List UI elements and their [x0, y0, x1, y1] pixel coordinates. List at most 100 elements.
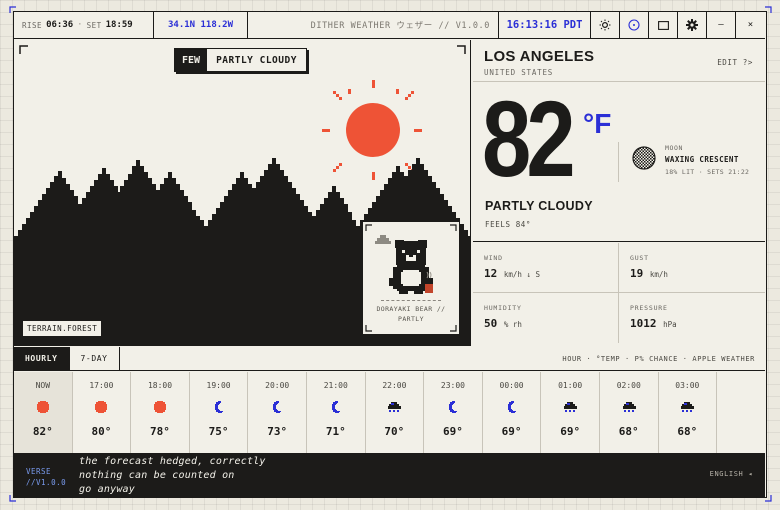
- gust-value: 19: [630, 267, 644, 280]
- sun-icon: [599, 19, 611, 31]
- language-selector[interactable]: ENGLISH ◂: [710, 470, 753, 478]
- hourly-item: 20:00 73°: [248, 372, 307, 453]
- hourly-time: 22:00: [382, 381, 407, 390]
- sun-icon: [131, 400, 189, 414]
- hourly-item: 21:00 71°: [307, 372, 366, 453]
- moon-icon: [248, 400, 306, 414]
- edit-location-button[interactable]: EDIT ?>: [717, 58, 753, 67]
- sun-icon: [73, 400, 131, 414]
- sun-disc: [346, 103, 400, 157]
- close-button[interactable]: ×: [736, 12, 765, 38]
- hourly-item: 03:00 68°: [659, 372, 718, 453]
- verse-label: VERSE: [26, 467, 52, 476]
- hourly-temp: 75°: [208, 425, 229, 438]
- divider: [473, 241, 765, 242]
- verse-version: //V1.0.0: [26, 478, 67, 487]
- moon-icon: [190, 400, 248, 414]
- hourly-temp: 68°: [618, 425, 639, 438]
- hourly-item: 18:00 78°: [131, 372, 190, 453]
- moon-phase: WAXING CRESCENT: [665, 155, 739, 164]
- corner-mark: [9, 495, 16, 502]
- moon-icon: [307, 400, 365, 414]
- hourly-temp: 80°: [91, 425, 112, 438]
- hourly-item: 02:00 68°: [600, 372, 659, 453]
- condition-badge: FEW PARTLY CLOUDY: [174, 48, 307, 72]
- condition-text: PARTLY CLOUDY: [485, 199, 593, 213]
- rise-time: 06:36: [46, 20, 74, 30]
- minimize-button[interactable]: –: [707, 12, 736, 38]
- hourly-temp: 78°: [150, 425, 170, 438]
- mascot-caption-line1: DORAYAKI BEAR //: [376, 305, 446, 313]
- gust-stat: GUST 19 km/h: [619, 243, 765, 293]
- weather-scene: FEW PARTLY CLOUDY TERRAIN.FOREST DORAYAK…: [14, 40, 471, 346]
- verse-footer: VERSE //V1.0.0 the forecast hedged, corr…: [14, 454, 765, 498]
- temperature-unit: °F: [583, 108, 612, 139]
- feels-like: FEELS 84°: [485, 220, 532, 229]
- verse-line: the forecast hedged, correctly: [79, 456, 266, 467]
- hourly-time: 23:00: [440, 381, 465, 390]
- hourly-time: 02:00: [616, 381, 641, 390]
- small-cloud-icon: [375, 235, 391, 244]
- coordinates: 34.1N 118.2W: [154, 12, 248, 38]
- current-temperature: 82: [482, 78, 576, 199]
- tab-hourly[interactable]: HOURLY: [14, 347, 70, 370]
- moon-phase-icon: [632, 146, 656, 170]
- set-label: SET: [86, 20, 102, 30]
- country-name: UNITED STATES: [484, 68, 554, 77]
- hourly-temp: 69°: [443, 425, 463, 438]
- verse-text: the forecast hedged, correctly nothing c…: [79, 455, 266, 498]
- corner-mark: [765, 495, 772, 502]
- humidity-value: 50: [484, 317, 498, 330]
- pressure-unit: hPa: [663, 320, 677, 329]
- moon-meta: 18% LIT · SETS 21:22: [665, 168, 750, 176]
- cloud-icon: [659, 400, 717, 414]
- app-window: RISE 06:36 · SET 18:59 34.1N 118.2W DITH…: [13, 11, 767, 498]
- window-icon: [657, 20, 669, 30]
- compass-button[interactable]: [620, 12, 649, 38]
- settings-button[interactable]: [678, 12, 707, 38]
- hourly-time: 17:00: [89, 381, 114, 390]
- humidity-label: HUMIDITY: [484, 304, 522, 312]
- hourly-item: 00:00 69°: [483, 372, 542, 453]
- pressure-stat: PRESSURE 1012 hPa: [619, 293, 765, 343]
- forecast-legend: HOUR · °TEMP · P% CHANCE · APPLE WEATHER: [562, 354, 755, 363]
- bear-icon: [375, 235, 433, 294]
- hourly-temp: 70°: [384, 425, 405, 438]
- hourly-item: 22:00 70°: [366, 372, 425, 453]
- set-time: 18:59: [105, 20, 133, 30]
- window-button[interactable]: [649, 12, 678, 38]
- ground-line: [381, 300, 441, 301]
- moon-label: MOON: [665, 144, 684, 152]
- corner-mark: [9, 6, 16, 13]
- app-title: DITHER WEATHER ウェザー // V1.0.0: [248, 12, 499, 38]
- theme-button[interactable]: [591, 12, 620, 38]
- moon-icon: [483, 400, 541, 414]
- wind-value: 12: [484, 267, 498, 280]
- moon-icon: [424, 400, 482, 414]
- wind-label: WIND: [484, 254, 503, 262]
- separator: ·: [77, 20, 83, 30]
- mascot-caption: DORAYAKI BEAR // PARTLY: [363, 304, 459, 324]
- hourly-temp: 68°: [677, 425, 698, 438]
- tab-7-day[interactable]: 7-DAY: [69, 347, 120, 370]
- rise-label: RISE: [22, 20, 43, 30]
- mascot-card: DORAYAKI BEAR // PARTLY: [362, 221, 460, 335]
- hourly-temp: 82°: [32, 425, 53, 438]
- hourly-item: 19:00 75°: [190, 372, 249, 453]
- hourly-temp: 69°: [501, 425, 522, 438]
- hourly-temp: 73°: [267, 425, 288, 438]
- hourly-item: 23:00 69°: [424, 372, 483, 453]
- moon-info: MOON WAXING CRESCENT 18% LIT · SETS 21:2…: [618, 142, 758, 182]
- top-bar: RISE 06:36 · SET 18:59 34.1N 118.2W DITH…: [14, 12, 765, 39]
- cloud-icon: [366, 400, 424, 414]
- terrain-label: TERRAIN.FOREST: [22, 320, 103, 337]
- compass-icon: [628, 19, 640, 31]
- hourly-item: NOW 82°: [14, 372, 73, 453]
- cloud-icon: [600, 400, 658, 414]
- clock: 16:13:16 PDT: [499, 12, 591, 38]
- gust-unit: km/h: [649, 270, 668, 279]
- hourly-spacer: [717, 372, 765, 453]
- location: LOS ANGELES UNITED STATES: [484, 48, 594, 77]
- wind-stat: WIND 12 km/h ↓ S: [473, 243, 619, 293]
- forecast-tabs: HOURLY 7-DAY HOUR · °TEMP · P% CHANCE · …: [14, 347, 765, 371]
